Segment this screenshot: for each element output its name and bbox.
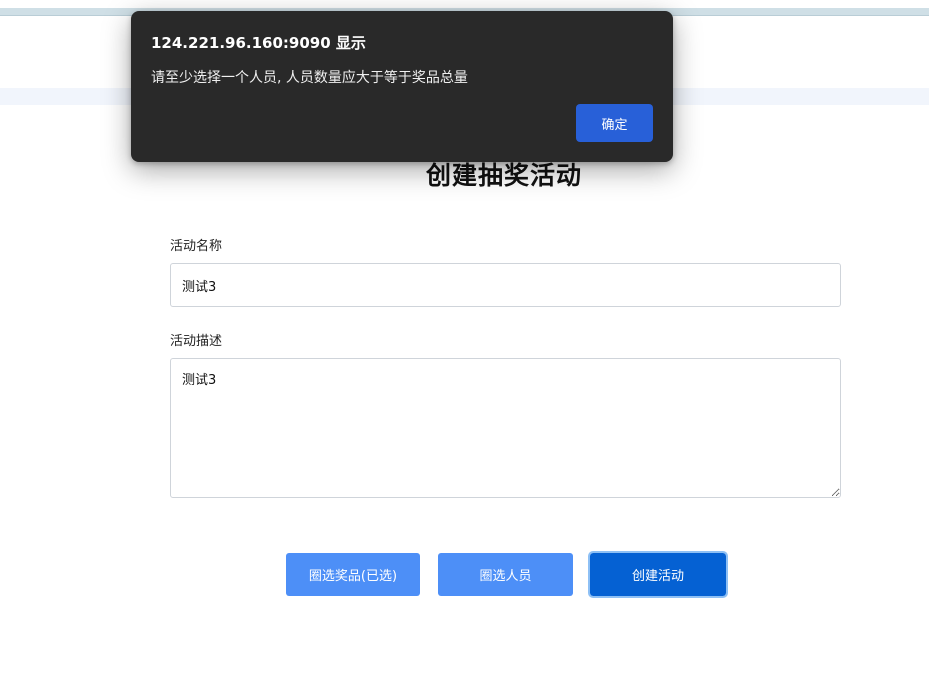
dialog-title: 124.221.96.160:9090 显示 — [151, 34, 366, 52]
activity-description-label: 活动描述 — [170, 334, 223, 349]
activity-name-label: 活动名称 — [170, 239, 223, 254]
dialog-ok-button[interactable]: 确定 — [576, 104, 653, 142]
dialog-message: 请至少选择一个人员, 人员数量应大于等于奖品总量 — [151, 70, 468, 86]
activity-description-textarea[interactable]: 测试3 — [170, 358, 841, 498]
activity-name-input[interactable] — [170, 263, 841, 307]
alert-dialog: 124.221.96.160:9090 显示 请至少选择一个人员, 人员数量应大… — [131, 11, 673, 162]
create-activity-button[interactable]: 创建活动 — [588, 551, 728, 598]
select-prizes-button[interactable]: 圈选奖品(已选) — [286, 553, 420, 596]
select-people-button[interactable]: 圈选人员 — [438, 553, 573, 596]
